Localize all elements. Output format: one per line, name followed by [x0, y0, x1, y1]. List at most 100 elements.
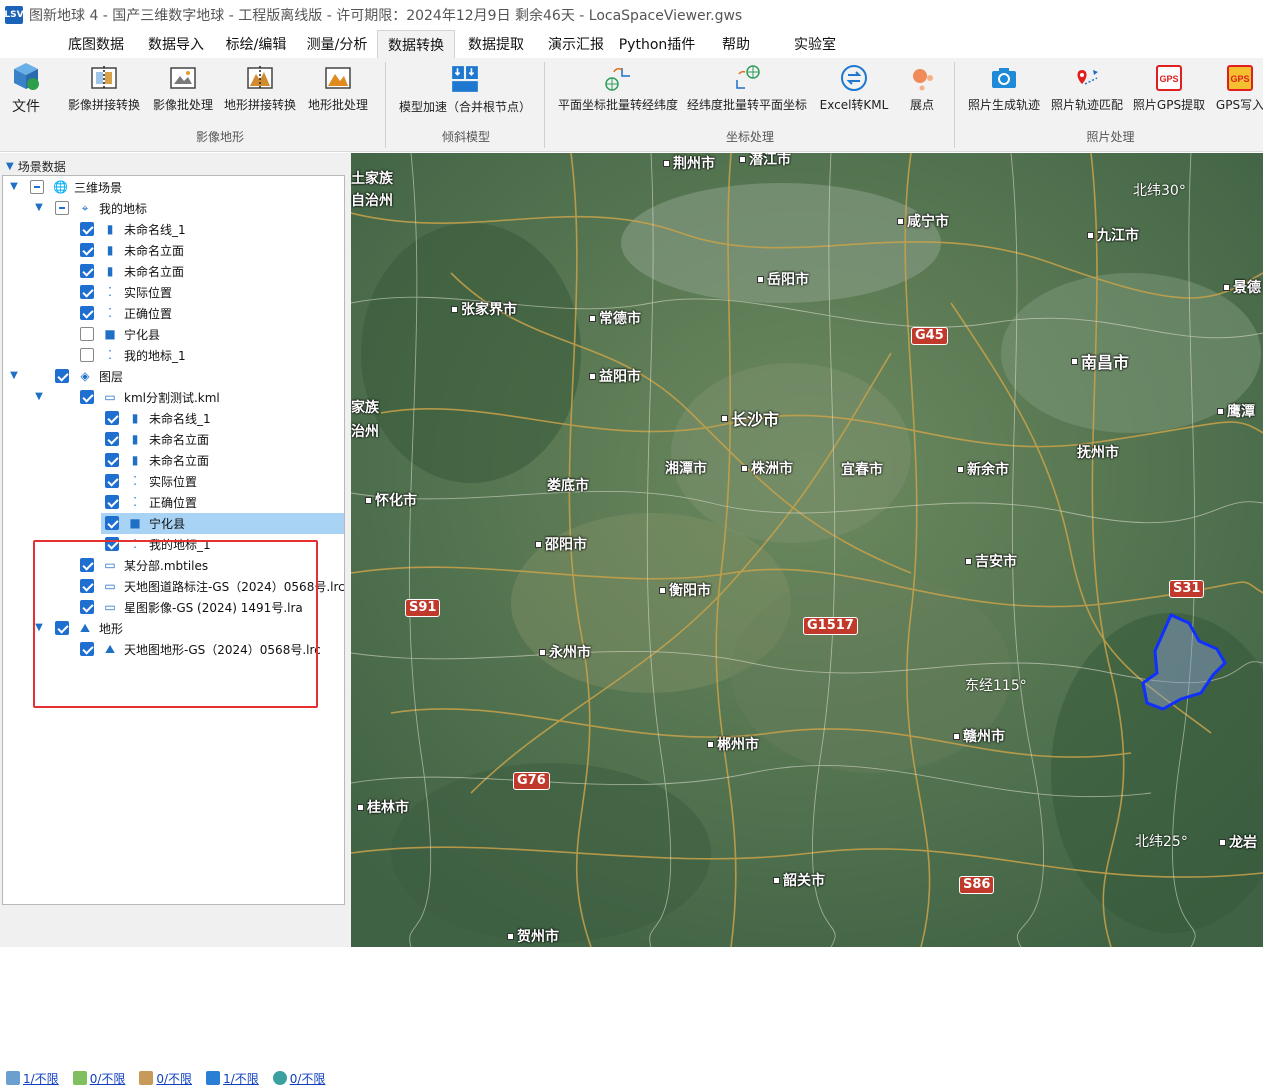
- plane-to-latlon-icon: [605, 68, 630, 91]
- city-dot-icon: [1087, 231, 1094, 239]
- layer-checkbox[interactable]: [55, 621, 69, 635]
- photo-gps-button[interactable]: GPS 照片GPS提取: [1130, 60, 1208, 122]
- tree-node-landmark-1[interactable]: ⁚ 我的地标_1: [3, 345, 344, 366]
- tree-node-label: 宁化县: [124, 328, 161, 342]
- menu-import[interactable]: 数据导入: [138, 30, 214, 58]
- tree-node-correct-position[interactable]: ⁚ 正确位置: [3, 303, 344, 324]
- layer-checkbox[interactable]: [105, 495, 119, 509]
- monitor-icon: ▭: [104, 558, 116, 572]
- tree-node-kml-ninghua[interactable]: ■ 宁化县: [101, 513, 344, 534]
- photo-match-button[interactable]: 照片轨迹匹配: [1048, 60, 1126, 122]
- tree-node-tianditu-terrain[interactable]: ⛰ 天地图地形-GS（2024）0568号.lrc: [3, 639, 344, 660]
- plane-to-latlon-button[interactable]: 平面坐标批量转经纬度: [556, 60, 680, 122]
- tree-node-actual-position[interactable]: ⁚ 实际位置: [3, 282, 344, 303]
- latlon-to-plane-label: 经纬度批量转平面坐标: [686, 98, 807, 112]
- layer-checkbox[interactable]: [80, 243, 94, 257]
- layer-checkbox[interactable]: [80, 600, 94, 614]
- menu-help[interactable]: 帮助: [708, 30, 764, 58]
- menu-basemap[interactable]: 底图数据: [58, 30, 134, 58]
- status-item-model[interactable]: 0/不限: [139, 1070, 192, 1087]
- file-button[interactable]: 文件: [4, 60, 49, 122]
- city-label: 荆州市: [663, 153, 715, 173]
- menu-python[interactable]: Python插件: [612, 30, 702, 58]
- tree-node-kml-line-1[interactable]: ▮ 未命名线_1: [3, 408, 344, 429]
- bar-chart-icon: ▮: [131, 432, 139, 446]
- tree-node-my-landmarks[interactable]: ▼ ⌖ 我的地标: [3, 198, 344, 219]
- tree-node-facade-1[interactable]: ▮ 未命名立面: [3, 240, 344, 261]
- model-accelerate-button[interactable]: 模型加速（合并根节点）: [393, 60, 537, 122]
- tree-node-road-labels[interactable]: ▭ 天地图道路标注-GS（2024）0568号.lrc: [3, 576, 345, 597]
- excel-to-kml-button[interactable]: Excel转KML: [816, 60, 892, 122]
- status-item-vector[interactable]: 1/不限: [206, 1070, 259, 1087]
- status-item-other[interactable]: 0/不限: [272, 1070, 325, 1087]
- layer-checkbox[interactable]: [30, 180, 44, 194]
- city-label: 益阳市: [589, 366, 641, 386]
- tree-node-kml-facade-2[interactable]: ▮ 未命名立面: [3, 450, 344, 471]
- layer-checkbox[interactable]: [105, 474, 119, 488]
- tree-node-label: 未命名线_1: [124, 223, 186, 237]
- expand-toggle-icon[interactable]: ▼: [8, 181, 20, 193]
- tree-node-kml-correct-position[interactable]: ⁚ 正确位置: [3, 492, 344, 513]
- tree-node-3d-scene[interactable]: ▼ 🌐 三维场景: [3, 177, 344, 198]
- expand-toggle-icon[interactable]: ▼: [33, 622, 45, 634]
- panel-header[interactable]: ▼ 场景数据: [0, 157, 66, 175]
- image-mosaic-button[interactable]: 影像拼接转换: [64, 60, 144, 122]
- layer-checkbox[interactable]: [105, 537, 119, 551]
- city-label: 赣州市: [953, 726, 1005, 746]
- road-shield: G45: [911, 327, 948, 345]
- scatter-points-icon: ⁚: [108, 306, 112, 320]
- tree-node-line-1[interactable]: ▮ 未命名线_1: [3, 219, 344, 240]
- city-dot-icon: [535, 540, 542, 548]
- menu-measure[interactable]: 测量/分析: [298, 30, 376, 58]
- layer-checkbox[interactable]: [80, 348, 94, 362]
- layer-checkbox[interactable]: [80, 306, 94, 320]
- expand-toggle-icon[interactable]: ▼: [8, 370, 20, 382]
- tree-node-star-imagery[interactable]: ▭ 星图影像-GS (2024) 1491号.lra: [3, 597, 344, 618]
- layer-checkbox[interactable]: [80, 285, 94, 299]
- map-view[interactable]: 荆州市 潜江市 土家族 自治州 咸宁市 九江市 岳阳市 张家界市 常德市 南昌市…: [351, 153, 1263, 947]
- menu-extract[interactable]: 数据提取: [457, 30, 535, 58]
- layer-checkbox[interactable]: [105, 516, 119, 530]
- menu-lab[interactable]: 实验室: [780, 30, 850, 58]
- gps-badge-text: GPS: [1159, 74, 1178, 84]
- layer-checkbox[interactable]: [105, 453, 119, 467]
- layer-checkbox[interactable]: [55, 201, 69, 215]
- layer-checkbox[interactable]: [80, 390, 94, 404]
- tree-node-facade-2[interactable]: ▮ 未命名立面: [3, 261, 344, 282]
- layer-checkbox[interactable]: [80, 327, 94, 341]
- gps-write-button[interactable]: GPS GPS写入: [1212, 60, 1263, 122]
- latlon-to-plane-button[interactable]: 经纬度批量转平面坐标: [684, 60, 810, 122]
- layer-checkbox[interactable]: [55, 369, 69, 383]
- layer-checkbox[interactable]: [80, 558, 94, 572]
- city-dot-icon: [897, 217, 904, 225]
- expand-toggle-icon[interactable]: ▼: [33, 202, 45, 214]
- layer-checkbox[interactable]: [105, 432, 119, 446]
- menu-convert[interactable]: 数据转换: [377, 30, 455, 58]
- layer-checkbox[interactable]: [80, 222, 94, 236]
- status-item-terrain[interactable]: 0/不限: [72, 1070, 125, 1087]
- status-item-image[interactable]: 1/不限: [6, 1070, 59, 1087]
- terrain-mosaic-button[interactable]: 地形拼接转换: [220, 60, 300, 122]
- city-dot-icon: [589, 372, 596, 380]
- tree-node-ninghua[interactable]: ■ 宁化县: [3, 324, 344, 345]
- tree-node-kml-actual-position[interactable]: ⁚ 实际位置: [3, 471, 344, 492]
- tree-node-kml-file[interactable]: ▼ ▭ kml分割测试.kml: [3, 387, 344, 408]
- photo-track-button[interactable]: 照片生成轨迹: [964, 60, 1044, 122]
- layer-checkbox[interactable]: [105, 411, 119, 425]
- tree-node-kml-landmark-1[interactable]: ⁚ 我的地标_1: [3, 534, 344, 555]
- layer-checkbox[interactable]: [80, 579, 94, 593]
- collapse-arrow-icon[interactable]: ▼: [6, 161, 14, 172]
- tree-node-kml-facade-1[interactable]: ▮ 未命名立面: [3, 429, 344, 450]
- plot-points-button[interactable]: 展点: [898, 60, 946, 122]
- menu-plot-edit[interactable]: 标绘/编辑: [216, 30, 296, 58]
- image-batch-button[interactable]: 影像批处理: [148, 60, 218, 122]
- layer-tree: ▼ 🌐 三维场景 ▼ ⌖ 我的地标 ▮ 未命名线_1 ▮ 未命名立面 ▮ 未命名立面 ⁚ 实际位置 ⁚ 正确位…: [2, 175, 345, 905]
- tree-node-layers[interactable]: ▼ ◈ 图层: [3, 366, 344, 387]
- menu-present[interactable]: 演示汇报: [538, 30, 614, 58]
- terrain-batch-button[interactable]: 地形批处理: [304, 60, 372, 122]
- expand-toggle-icon[interactable]: ▼: [33, 391, 45, 403]
- layer-checkbox[interactable]: [80, 264, 94, 278]
- layer-checkbox[interactable]: [80, 642, 94, 656]
- tree-node-terrain[interactable]: ▼ ⛰ 地形: [3, 618, 344, 639]
- tree-node-mbtiles[interactable]: ▭ 某分部.mbtiles: [3, 555, 344, 576]
